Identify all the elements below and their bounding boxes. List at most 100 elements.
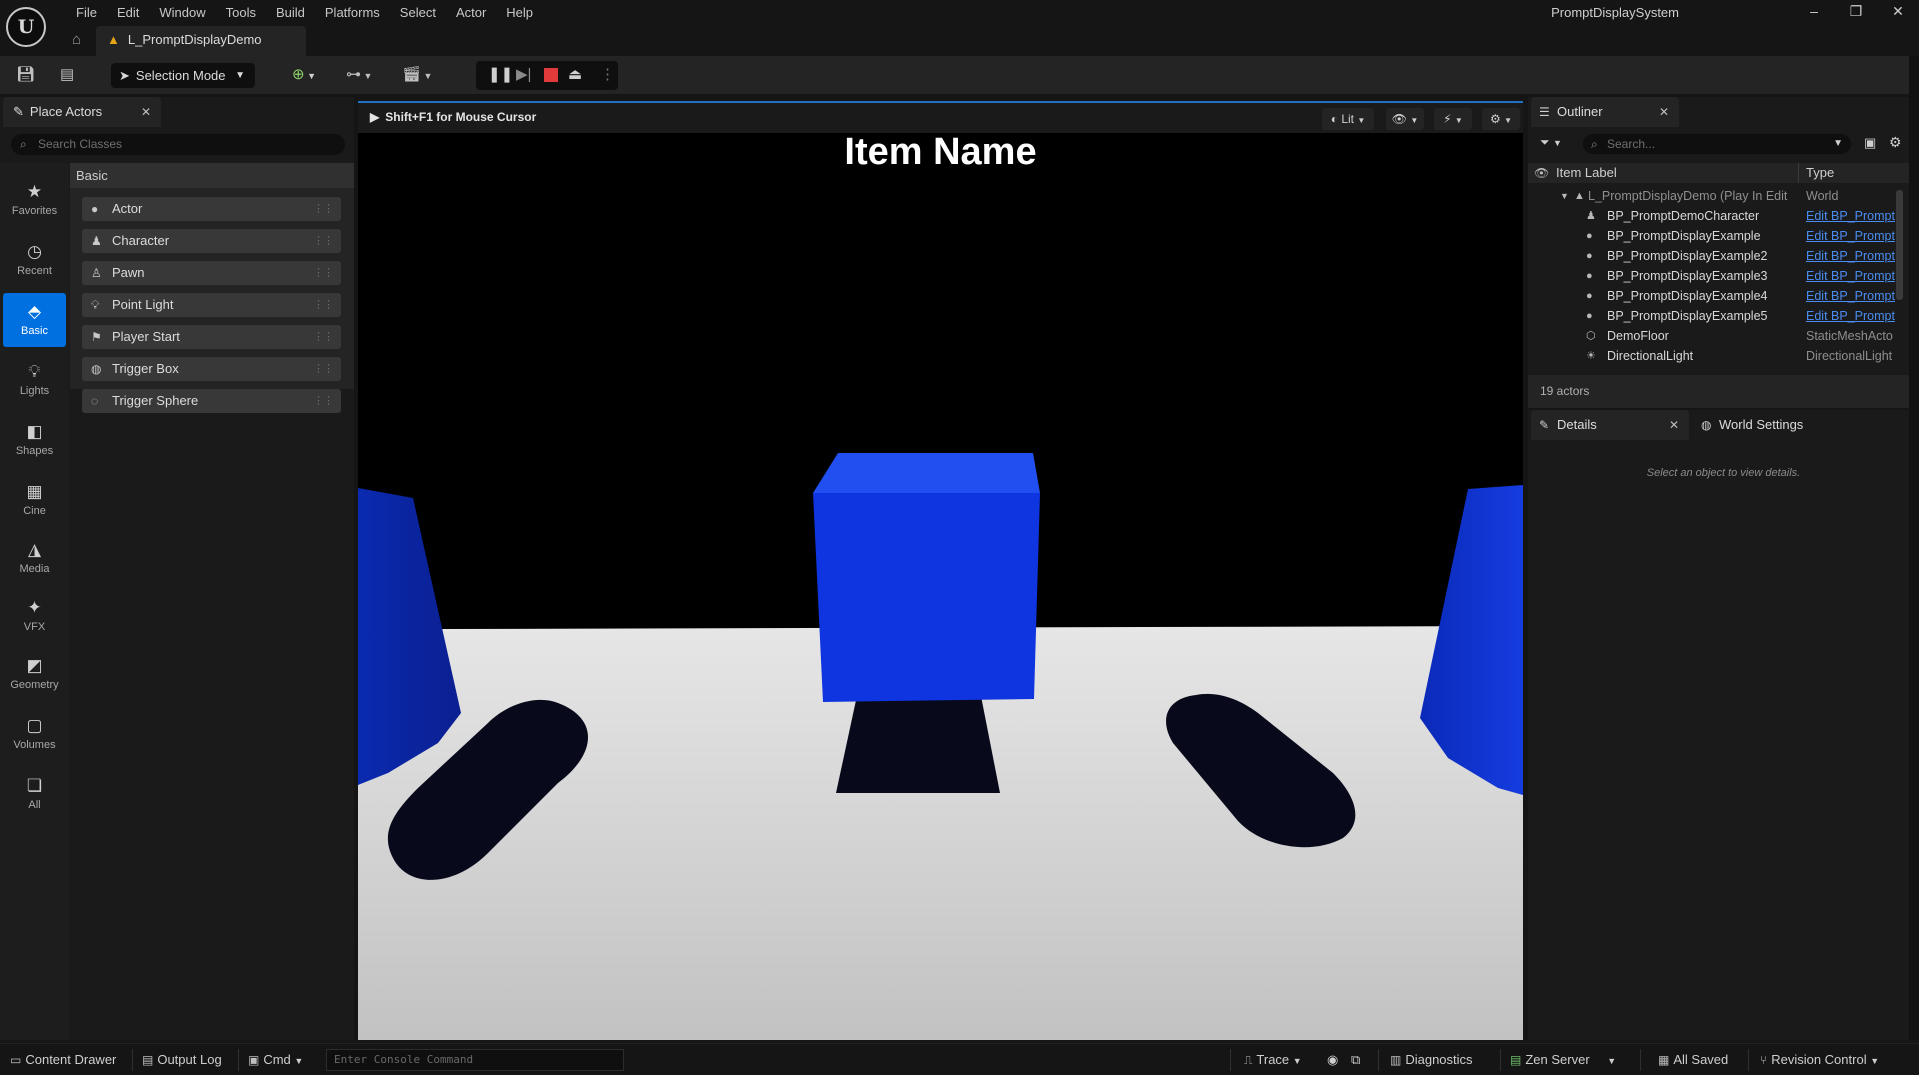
details-tab[interactable]: ✎ Details ✕ (1531, 410, 1689, 440)
category-media[interactable]: ◮ Media (3, 531, 66, 585)
drag-handle-icon[interactable]: ⋮⋮ (313, 293, 334, 317)
actor-item-character[interactable]: ♟ Character ⋮⋮ (82, 229, 341, 253)
cinematics-icon[interactable]: 🎬︎ ▼ (402, 64, 432, 86)
chevron-down-icon[interactable]: ▼ (1833, 134, 1843, 154)
record-icon[interactable]: ◉ (1327, 1050, 1338, 1070)
more-options-icon[interactable]: ⋮ (600, 65, 615, 85)
revision-control-dropdown[interactable]: ⑂ Revision Control ▼ (1760, 1050, 1879, 1070)
home-icon[interactable]: ⌂ (72, 31, 81, 48)
realtime-icon[interactable]: ⚡︎ ▼ (1434, 108, 1472, 130)
pause-icon[interactable]: ❚❚ (488, 65, 513, 85)
cmd-dropdown[interactable]: ▣ Cmd ▼ (248, 1050, 303, 1070)
category-all[interactable]: ❏ All (3, 767, 66, 821)
trace-dropdown[interactable]: ⎍ Trace ▼ (1244, 1050, 1302, 1070)
minimize-icon[interactable]: – (1793, 0, 1835, 24)
settings-icon[interactable]: ⚙ (1889, 134, 1902, 151)
console-command-input[interactable]: Enter Console Command (326, 1049, 624, 1071)
drag-handle-icon[interactable]: ⋮⋮ (313, 389, 334, 413)
edit-blueprint-link[interactable]: Edit BP_Prompt (1806, 206, 1906, 226)
outliner-tab[interactable]: ☰ Outliner ✕ (1531, 97, 1679, 127)
all-saved-button[interactable]: ▦ All Saved (1658, 1050, 1728, 1070)
add-actor-icon[interactable]: ⊕ ▼ (292, 64, 316, 86)
eject-icon[interactable]: ⏏ (568, 65, 582, 85)
menu-build[interactable]: Build (266, 3, 315, 23)
world-settings-tab[interactable]: ◍ World Settings (1693, 410, 1843, 440)
view-mode-dropdown[interactable]: ◐ Lit ▼ (1322, 108, 1374, 130)
category-volumes[interactable]: ▢ Volumes (3, 707, 66, 761)
close-icon[interactable]: ✕ (141, 97, 151, 127)
menu-help[interactable]: Help (496, 3, 543, 23)
close-icon[interactable]: ✕ (1669, 410, 1679, 440)
outliner-row-actor[interactable]: ● BP_PromptDisplayExample3 Edit BP_Promp… (1528, 266, 1909, 286)
diagnostics-button[interactable]: ▥ Diagnostics (1390, 1050, 1473, 1070)
category-vfx[interactable]: ✦ VFX (3, 589, 66, 643)
visibility-icon[interactable]: 👁︎ (1534, 163, 1549, 183)
actor-item-trigger-sphere[interactable]: ◌ Trigger Sphere ⋮⋮ (82, 389, 341, 413)
outliner-row-actor[interactable]: ☀ DirectionalLight DirectionalLight (1528, 346, 1909, 366)
menu-tools[interactable]: Tools (216, 3, 266, 23)
drag-handle-icon[interactable]: ⋮⋮ (313, 229, 334, 253)
step-frame-icon[interactable]: ▶︎| (516, 65, 531, 85)
output-log-button[interactable]: ▤ Output Log (142, 1050, 222, 1070)
actor-item-point-light[interactable]: 💡︎ Point Light ⋮⋮ (82, 293, 341, 317)
menu-select[interactable]: Select (390, 3, 446, 23)
screenshot-icon[interactable]: ⧉ (1351, 1050, 1360, 1070)
save-icon[interactable]: 💾︎ (16, 64, 35, 86)
category-cine[interactable]: ▦ Cine (3, 473, 66, 527)
outliner-row-actor[interactable]: ♟ BP_PromptDemoCharacter Edit BP_Prompt (1528, 206, 1909, 226)
level-tab[interactable]: ▲ L_PromptDisplayDemo (96, 26, 306, 56)
search-classes-input[interactable]: ⌕ Search Classes (11, 134, 345, 155)
category-recent[interactable]: ◷ Recent (3, 233, 66, 287)
content-drawer-button[interactable]: ▭ Content Drawer (10, 1050, 116, 1070)
outliner-scrollbar[interactable] (1896, 190, 1903, 300)
edit-blueprint-link[interactable]: Edit BP_Prompt (1806, 266, 1906, 286)
viewport-settings-icon[interactable]: ⚙ ▼ (1482, 108, 1520, 130)
stop-icon[interactable] (544, 65, 558, 85)
drag-handle-icon[interactable]: ⋮⋮ (313, 197, 334, 221)
show-flags-icon[interactable]: 👁︎ ▼ (1386, 108, 1424, 130)
close-icon[interactable]: ✕ (1659, 97, 1669, 127)
edit-blueprint-link[interactable]: Edit BP_Prompt (1806, 306, 1906, 326)
close-window-icon[interactable]: ✕ (1877, 0, 1919, 24)
outliner-row-actor[interactable]: ● BP_PromptDisplayExample2 Edit BP_Promp… (1528, 246, 1909, 266)
outliner-row-actor[interactable]: ● BP_PromptDisplayExample4 Edit BP_Promp… (1528, 286, 1909, 306)
collapse-arrow-icon[interactable]: ▼ (1560, 186, 1569, 206)
menu-window[interactable]: Window (149, 3, 215, 23)
outliner-row-world[interactable]: ▼ ▲ L_PromptDisplayDemo (Play In Edit Wo… (1528, 186, 1909, 206)
menu-platforms[interactable]: Platforms (315, 3, 390, 23)
edit-blueprint-link[interactable]: Edit BP_Prompt (1806, 246, 1906, 266)
category-shapes[interactable]: ◧ Shapes (3, 413, 66, 467)
selection-mode-dropdown[interactable]: ➤ Selection Mode ▼ (111, 63, 255, 88)
restore-icon[interactable]: ❐ (1835, 0, 1877, 24)
drag-handle-icon[interactable]: ⋮⋮ (313, 325, 334, 349)
menu-edit[interactable]: Edit (107, 3, 149, 23)
menu-actor[interactable]: Actor (446, 3, 496, 23)
blueprints-icon[interactable]: ⊶ ▼ (346, 64, 372, 86)
column-divider[interactable] (1798, 163, 1799, 183)
actor-item-actor[interactable]: ● Actor ⋮⋮ (82, 197, 341, 221)
menu-file[interactable]: File (66, 3, 107, 23)
drag-handle-icon[interactable]: ⋮⋮ (313, 261, 334, 285)
edit-blueprint-link[interactable]: Edit BP_Prompt (1806, 286, 1906, 306)
unreal-logo-icon[interactable]: U (6, 7, 46, 47)
content-browser-icon[interactable]: ▤ (60, 64, 74, 86)
category-lights[interactable]: 💡︎ Lights (3, 353, 66, 407)
edit-blueprint-link[interactable]: Edit BP_Prompt (1806, 226, 1906, 246)
level-viewport[interactable]: ▶︎ Shift+F1 for Mouse Cursor ◐ Lit ▼ 👁︎ ▼… (358, 101, 1523, 1040)
category-basic[interactable]: ⬘ Basic (3, 293, 66, 347)
actor-item-pawn[interactable]: ♙ Pawn ⋮⋮ (82, 261, 341, 285)
actor-item-trigger-box[interactable]: ◍ Trigger Box ⋮⋮ (82, 357, 341, 381)
column-item-label[interactable]: Item Label (1556, 163, 1617, 183)
drag-handle-icon[interactable]: ⋮⋮ (313, 357, 334, 381)
outliner-row-actor[interactable]: ● BP_PromptDisplayExample Edit BP_Prompt (1528, 226, 1909, 246)
outliner-row-actor[interactable]: ⬡ DemoFloor StaticMeshActo (1528, 326, 1909, 346)
place-actors-tab[interactable]: ✎ Place Actors ✕ (3, 97, 161, 127)
column-type[interactable]: Type (1806, 163, 1834, 183)
filter-icon[interactable]: ⏷ ▼ (1540, 135, 1562, 150)
add-folder-icon[interactable]: ▣ (1864, 135, 1876, 151)
outliner-row-actor[interactable]: ● BP_PromptDisplayExample5 Edit BP_Promp… (1528, 306, 1909, 326)
category-favorites[interactable]: ★ Favorites (3, 173, 66, 227)
actor-item-player-start[interactable]: ⚑ Player Start ⋮⋮ (82, 325, 341, 349)
category-geometry[interactable]: ◩ Geometry (3, 647, 66, 701)
zen-server-dropdown[interactable]: ▤ Zen Server ▼ (1510, 1050, 1616, 1070)
